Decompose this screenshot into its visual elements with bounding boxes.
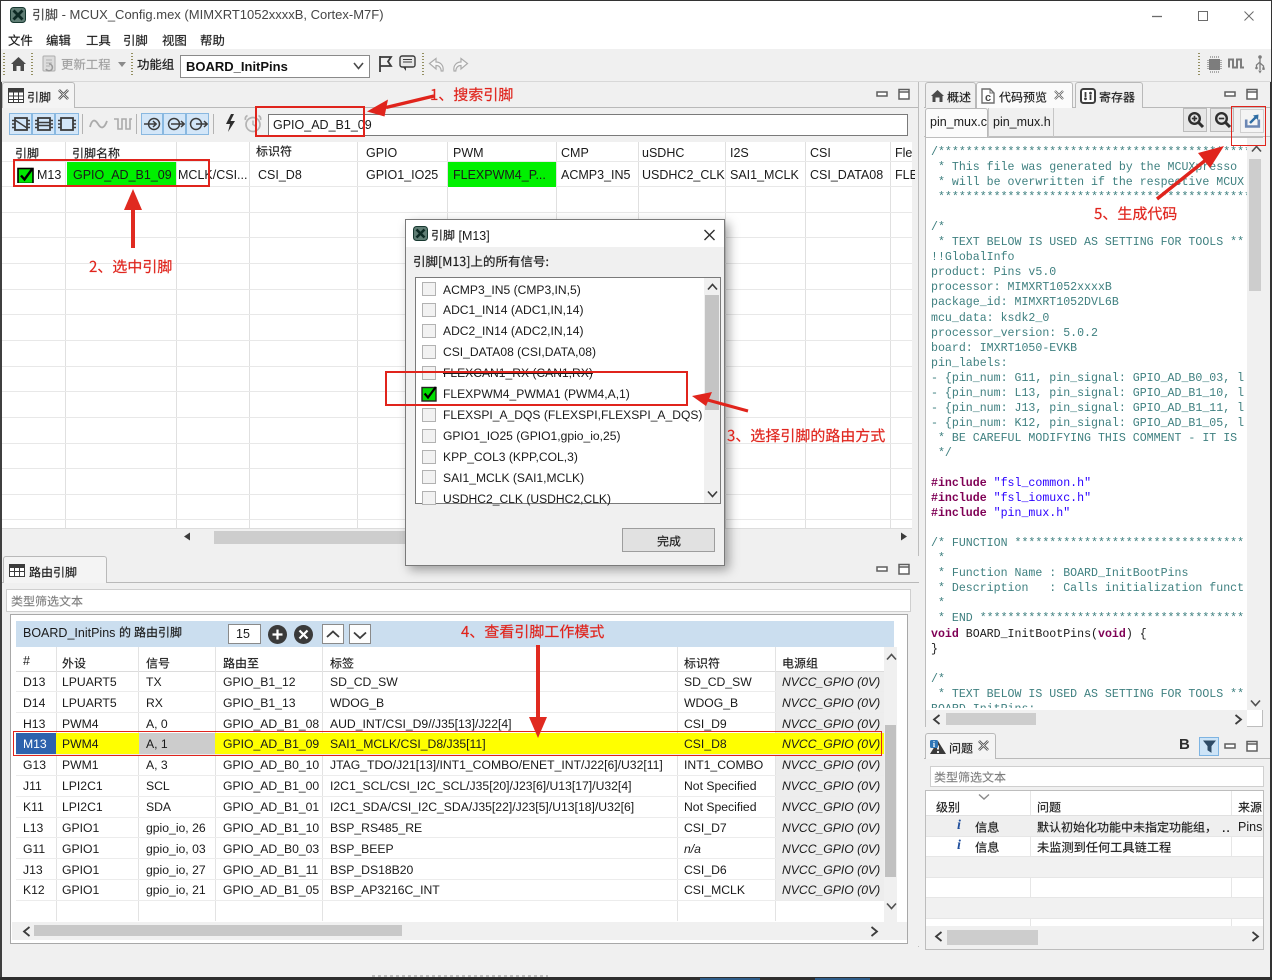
svg-text:c: c (985, 92, 991, 104)
